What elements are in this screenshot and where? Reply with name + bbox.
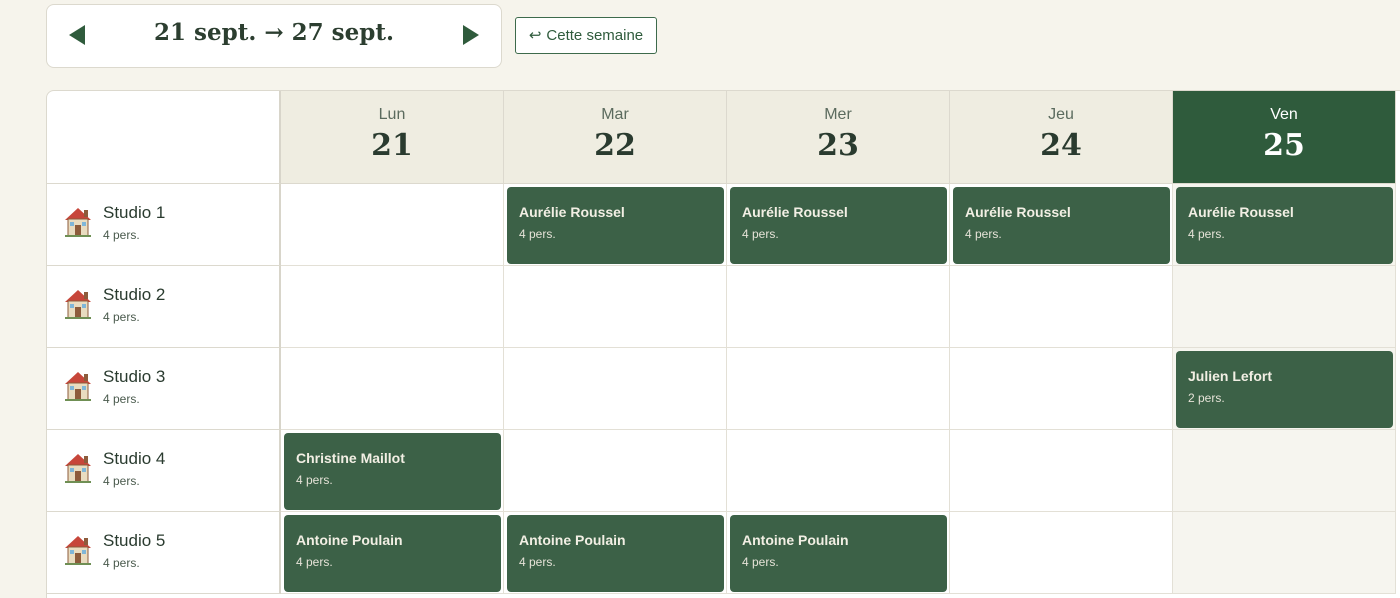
booking-block[interactable]: Aurélie Roussel 4 pers. [507, 187, 724, 264]
calendar-cell[interactable] [1173, 430, 1396, 512]
booking-block[interactable]: Antoine Poulain 4 pers. [284, 515, 501, 592]
calendar-cell[interactable] [727, 266, 950, 348]
room-row: Studio 4 4 pers. [47, 430, 281, 512]
room-row: Studio 2 4 pers. [47, 266, 281, 348]
next-week-arrow-icon[interactable] [463, 25, 479, 45]
calendar-cell[interactable] [950, 348, 1173, 430]
booking-guest-name: Aurélie Roussel [742, 204, 848, 220]
day-header-ven: Ven 25 [1173, 91, 1396, 184]
booking-block[interactable]: Antoine Poulain 4 pers. [730, 515, 947, 592]
booking-guest-name: Antoine Poulain [296, 532, 403, 548]
this-week-button[interactable]: ↩ Cette semaine [515, 17, 657, 54]
day-name: Mar [601, 106, 629, 123]
calendar-cell[interactable] [727, 348, 950, 430]
booking-persons: 4 pers. [742, 555, 779, 569]
day-name: Lun [378, 106, 406, 123]
day-number: 24 [1040, 128, 1082, 163]
calendar-cell[interactable] [950, 430, 1173, 512]
booking-block[interactable]: Julien Lefort 2 pers. [1176, 351, 1393, 428]
booking-guest-name: Antoine Poulain [519, 532, 626, 548]
room-row: Studio 3 4 pers. [47, 348, 281, 430]
calendar-cell[interactable] [1173, 266, 1396, 348]
calendar-cell[interactable] [281, 184, 504, 266]
day-number: 21 [371, 128, 413, 163]
booking-persons: 2 pers. [1188, 391, 1225, 405]
booking-persons: 4 pers. [519, 227, 556, 241]
calendar-cell[interactable] [281, 348, 504, 430]
booking-persons: 4 pers. [742, 227, 779, 241]
day-number: 22 [594, 128, 636, 163]
room-name: Studio 5 [103, 531, 166, 550]
booking-guest-name: Christine Maillot [296, 450, 405, 466]
return-arrow-icon: ↩ [528, 27, 542, 44]
calendar-cell[interactable] [504, 266, 727, 348]
booking-persons: 4 pers. [296, 555, 333, 569]
calendar-cell[interactable] [504, 430, 727, 512]
booking-persons: 4 pers. [965, 227, 1002, 241]
day-header-mer: Mer 23 [727, 91, 950, 184]
booking-block[interactable]: Antoine Poulain 4 pers. [507, 515, 724, 592]
day-name: Mer [824, 106, 852, 123]
day-number: 25 [1263, 128, 1305, 163]
day-name: Jeu [1048, 106, 1074, 123]
day-name: Ven [1270, 106, 1298, 123]
house-icon [63, 206, 93, 238]
reservation-grid: Lun 21 Mar 22 Mer 23 Jeu 24 Ven 25 Studio 1 4 pers.… [46, 90, 1400, 598]
calendar-cell[interactable] [950, 266, 1173, 348]
calendar-cell[interactable] [504, 348, 727, 430]
booking-guest-name: Aurélie Roussel [519, 204, 625, 220]
this-week-label: Cette semaine [546, 27, 644, 44]
day-header-mar: Mar 22 [504, 91, 727, 184]
room-name: Studio 3 [103, 367, 166, 386]
booking-persons: 4 pers. [519, 555, 556, 569]
booking-guest-name: Antoine Poulain [742, 532, 849, 548]
booking-guest-name: Aurélie Roussel [1188, 204, 1294, 220]
calendar-cell[interactable] [727, 430, 950, 512]
room-capacity: 4 pers. [103, 392, 140, 406]
house-icon [63, 288, 93, 320]
house-icon [63, 534, 93, 566]
house-icon [63, 370, 93, 402]
day-number: 23 [817, 128, 859, 163]
day-header-lun: Lun 21 [281, 91, 504, 184]
house-icon [63, 452, 93, 484]
room-capacity: 4 pers. [103, 310, 140, 324]
booking-persons: 4 pers. [296, 473, 333, 487]
booking-block[interactable]: Aurélie Roussel 4 pers. [953, 187, 1170, 264]
calendar-cell[interactable] [1173, 512, 1396, 594]
booking-block[interactable]: Aurélie Roussel 4 pers. [730, 187, 947, 264]
room-name: Studio 2 [103, 285, 166, 304]
room-capacity: 4 pers. [103, 228, 140, 242]
day-header-jeu: Jeu 24 [950, 91, 1173, 184]
booking-guest-name: Aurélie Roussel [965, 204, 1071, 220]
room-row: Studio 5 4 pers. [47, 512, 281, 594]
room-capacity: 4 pers. [103, 474, 140, 488]
room-name: Studio 1 [103, 203, 166, 222]
room-row: Studio 1 4 pers. [47, 184, 281, 266]
booking-block[interactable]: Aurélie Roussel 4 pers. [1176, 187, 1393, 264]
week-range-label: 21 sept. → 27 sept. [154, 19, 394, 46]
room-capacity: 4 pers. [103, 556, 140, 570]
booking-block[interactable]: Christine Maillot 4 pers. [284, 433, 501, 510]
grid-corner [47, 91, 281, 184]
booking-guest-name: Julien Lefort [1188, 368, 1273, 384]
booking-persons: 4 pers. [1188, 227, 1225, 241]
week-navigator: 21 sept. → 27 sept. [46, 4, 502, 68]
calendar-cell[interactable] [281, 266, 504, 348]
calendar-cell[interactable] [950, 512, 1173, 594]
room-name: Studio 4 [103, 449, 166, 468]
